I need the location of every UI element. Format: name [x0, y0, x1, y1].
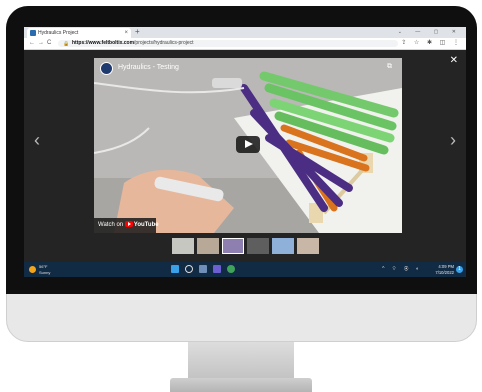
url-input[interactable]: 🔒 https://www.feltboltix.com/projects/hy…	[58, 40, 398, 47]
watch-on-label: Watch on	[98, 222, 124, 228]
address-bar-row: ← → C 🔒 https://www.feltboltix.com/proje…	[24, 38, 466, 50]
weather-condition: Sunny	[39, 270, 51, 275]
start-icon[interactable]	[171, 265, 179, 273]
video-lightbox: ✕ ‹ › Hydraulics - Testing ⧉ Watch on Yo…	[24, 50, 466, 262]
prev-arrow-icon[interactable]: ‹	[34, 130, 40, 151]
copy-link-icon[interactable]: ⧉	[387, 63, 392, 71]
tab-close-icon[interactable]: ×	[124, 28, 128, 38]
thumbnail-3[interactable]	[222, 238, 244, 254]
tab-hydraulics-project[interactable]: Hydraulics Project ×	[27, 28, 131, 38]
thumbnail-1[interactable]	[172, 238, 194, 254]
url-path: /projects/hydraulics-project	[134, 40, 194, 46]
window-controls[interactable]: ⌄ — ▢ ✕	[398, 27, 462, 37]
video-title[interactable]: Hydraulics - Testing	[118, 64, 179, 71]
toolbar-icons[interactable]: ⇪ ☆ ✱ ◫ ⋮	[401, 38, 462, 49]
notification-badge[interactable]: 1	[456, 266, 463, 273]
next-arrow-icon[interactable]: ›	[450, 130, 456, 151]
thumbnail-6[interactable]	[297, 238, 319, 254]
weather-temp: 56°F	[39, 264, 48, 269]
browser-taskbar-icon[interactable]	[227, 265, 235, 273]
tab-title: Hydraulics Project	[38, 30, 79, 36]
thumbnail-5[interactable]	[272, 238, 294, 254]
sun-icon	[29, 266, 36, 273]
thumbnail-4[interactable]	[247, 238, 269, 254]
system-tray-icons[interactable]: ^ ⌔ ◉ ◐	[382, 262, 422, 277]
thumbnail-2[interactable]	[197, 238, 219, 254]
favicon-icon	[30, 30, 36, 36]
screen: Hydraulics Project × + ⌄ — ▢ ✕ ← → C 🔒 h…	[24, 27, 466, 277]
teams-icon[interactable]	[213, 265, 221, 273]
play-button[interactable]	[236, 136, 260, 153]
new-tab-button[interactable]: +	[135, 27, 140, 37]
taskbar: 56°F Sunny ^ ⌔ ◉ ◐ 4:09 PM 7/10/2022 1	[24, 262, 466, 277]
reload-icon[interactable]: C	[47, 38, 51, 49]
task-view-icon[interactable]	[199, 265, 207, 273]
clock[interactable]: 4:09 PM 7/10/2022	[435, 264, 454, 275]
search-icon[interactable]	[185, 265, 193, 273]
forward-icon[interactable]: →	[38, 38, 44, 49]
lock-icon: 🔒	[63, 41, 70, 47]
clock-date: 7/10/2022	[435, 269, 454, 275]
lightbox-close-icon[interactable]: ✕	[450, 55, 458, 66]
video-player[interactable]: Hydraulics - Testing ⧉ Watch on YouTube	[94, 58, 402, 233]
url-host: https://www.feltboltix.com	[72, 40, 135, 46]
clock-time: 4:09 PM	[438, 264, 454, 269]
youtube-label: YouTube	[133, 222, 159, 228]
watch-on-youtube-button[interactable]: Watch on YouTube	[94, 218, 159, 233]
youtube-icon	[124, 221, 133, 228]
monitor-stand-base	[170, 378, 312, 392]
browser-tab-bar: Hydraulics Project × + ⌄ — ▢ ✕	[24, 27, 466, 38]
channel-logo-icon[interactable]	[100, 62, 113, 75]
back-icon[interactable]: ←	[29, 38, 35, 49]
